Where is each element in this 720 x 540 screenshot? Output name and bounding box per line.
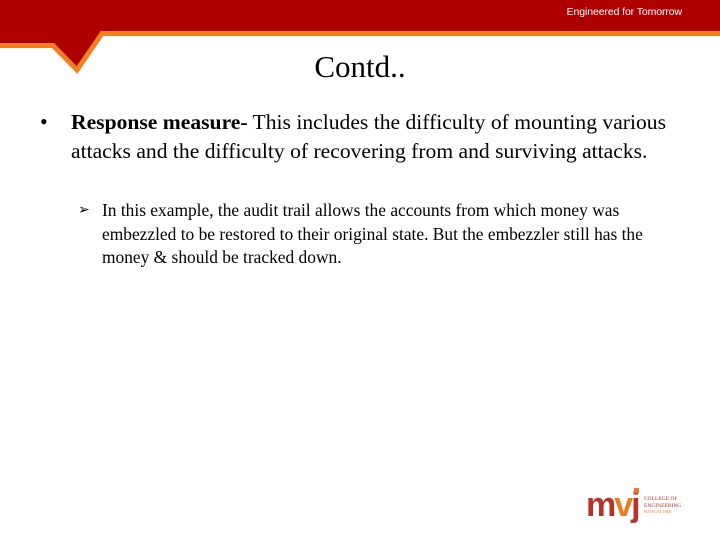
college-logo: mvj COLLEGE OF ENGINEERING BANGALORE <box>586 487 686 527</box>
logo-letter-m: m <box>586 486 616 524</box>
bullet-dot-icon: • <box>40 109 48 134</box>
logo-line1: COLLEGE OF <box>644 496 678 502</box>
logo-wordmark: mvj <box>586 486 641 524</box>
bullet-bold-lead: Response measure- <box>71 110 248 134</box>
slide-title: Contd.. <box>0 49 720 85</box>
arrow-bullet-icon: ➢ <box>78 202 90 218</box>
slide-title-text: Contd.. <box>314 49 406 84</box>
bullet-text: Response measure- This includes the diff… <box>71 108 671 165</box>
logo-text: COLLEGE OF ENGINEERING BANGALORE <box>644 496 681 516</box>
logo-dot-icon <box>634 488 639 493</box>
header-tagline: Engineered for Tomorrow <box>566 6 683 18</box>
logo-line3: BANGALORE <box>644 509 672 514</box>
logo-letter-v: v <box>614 486 633 524</box>
sub-bullet-text: In this example, the audit trail allows … <box>102 200 643 268</box>
